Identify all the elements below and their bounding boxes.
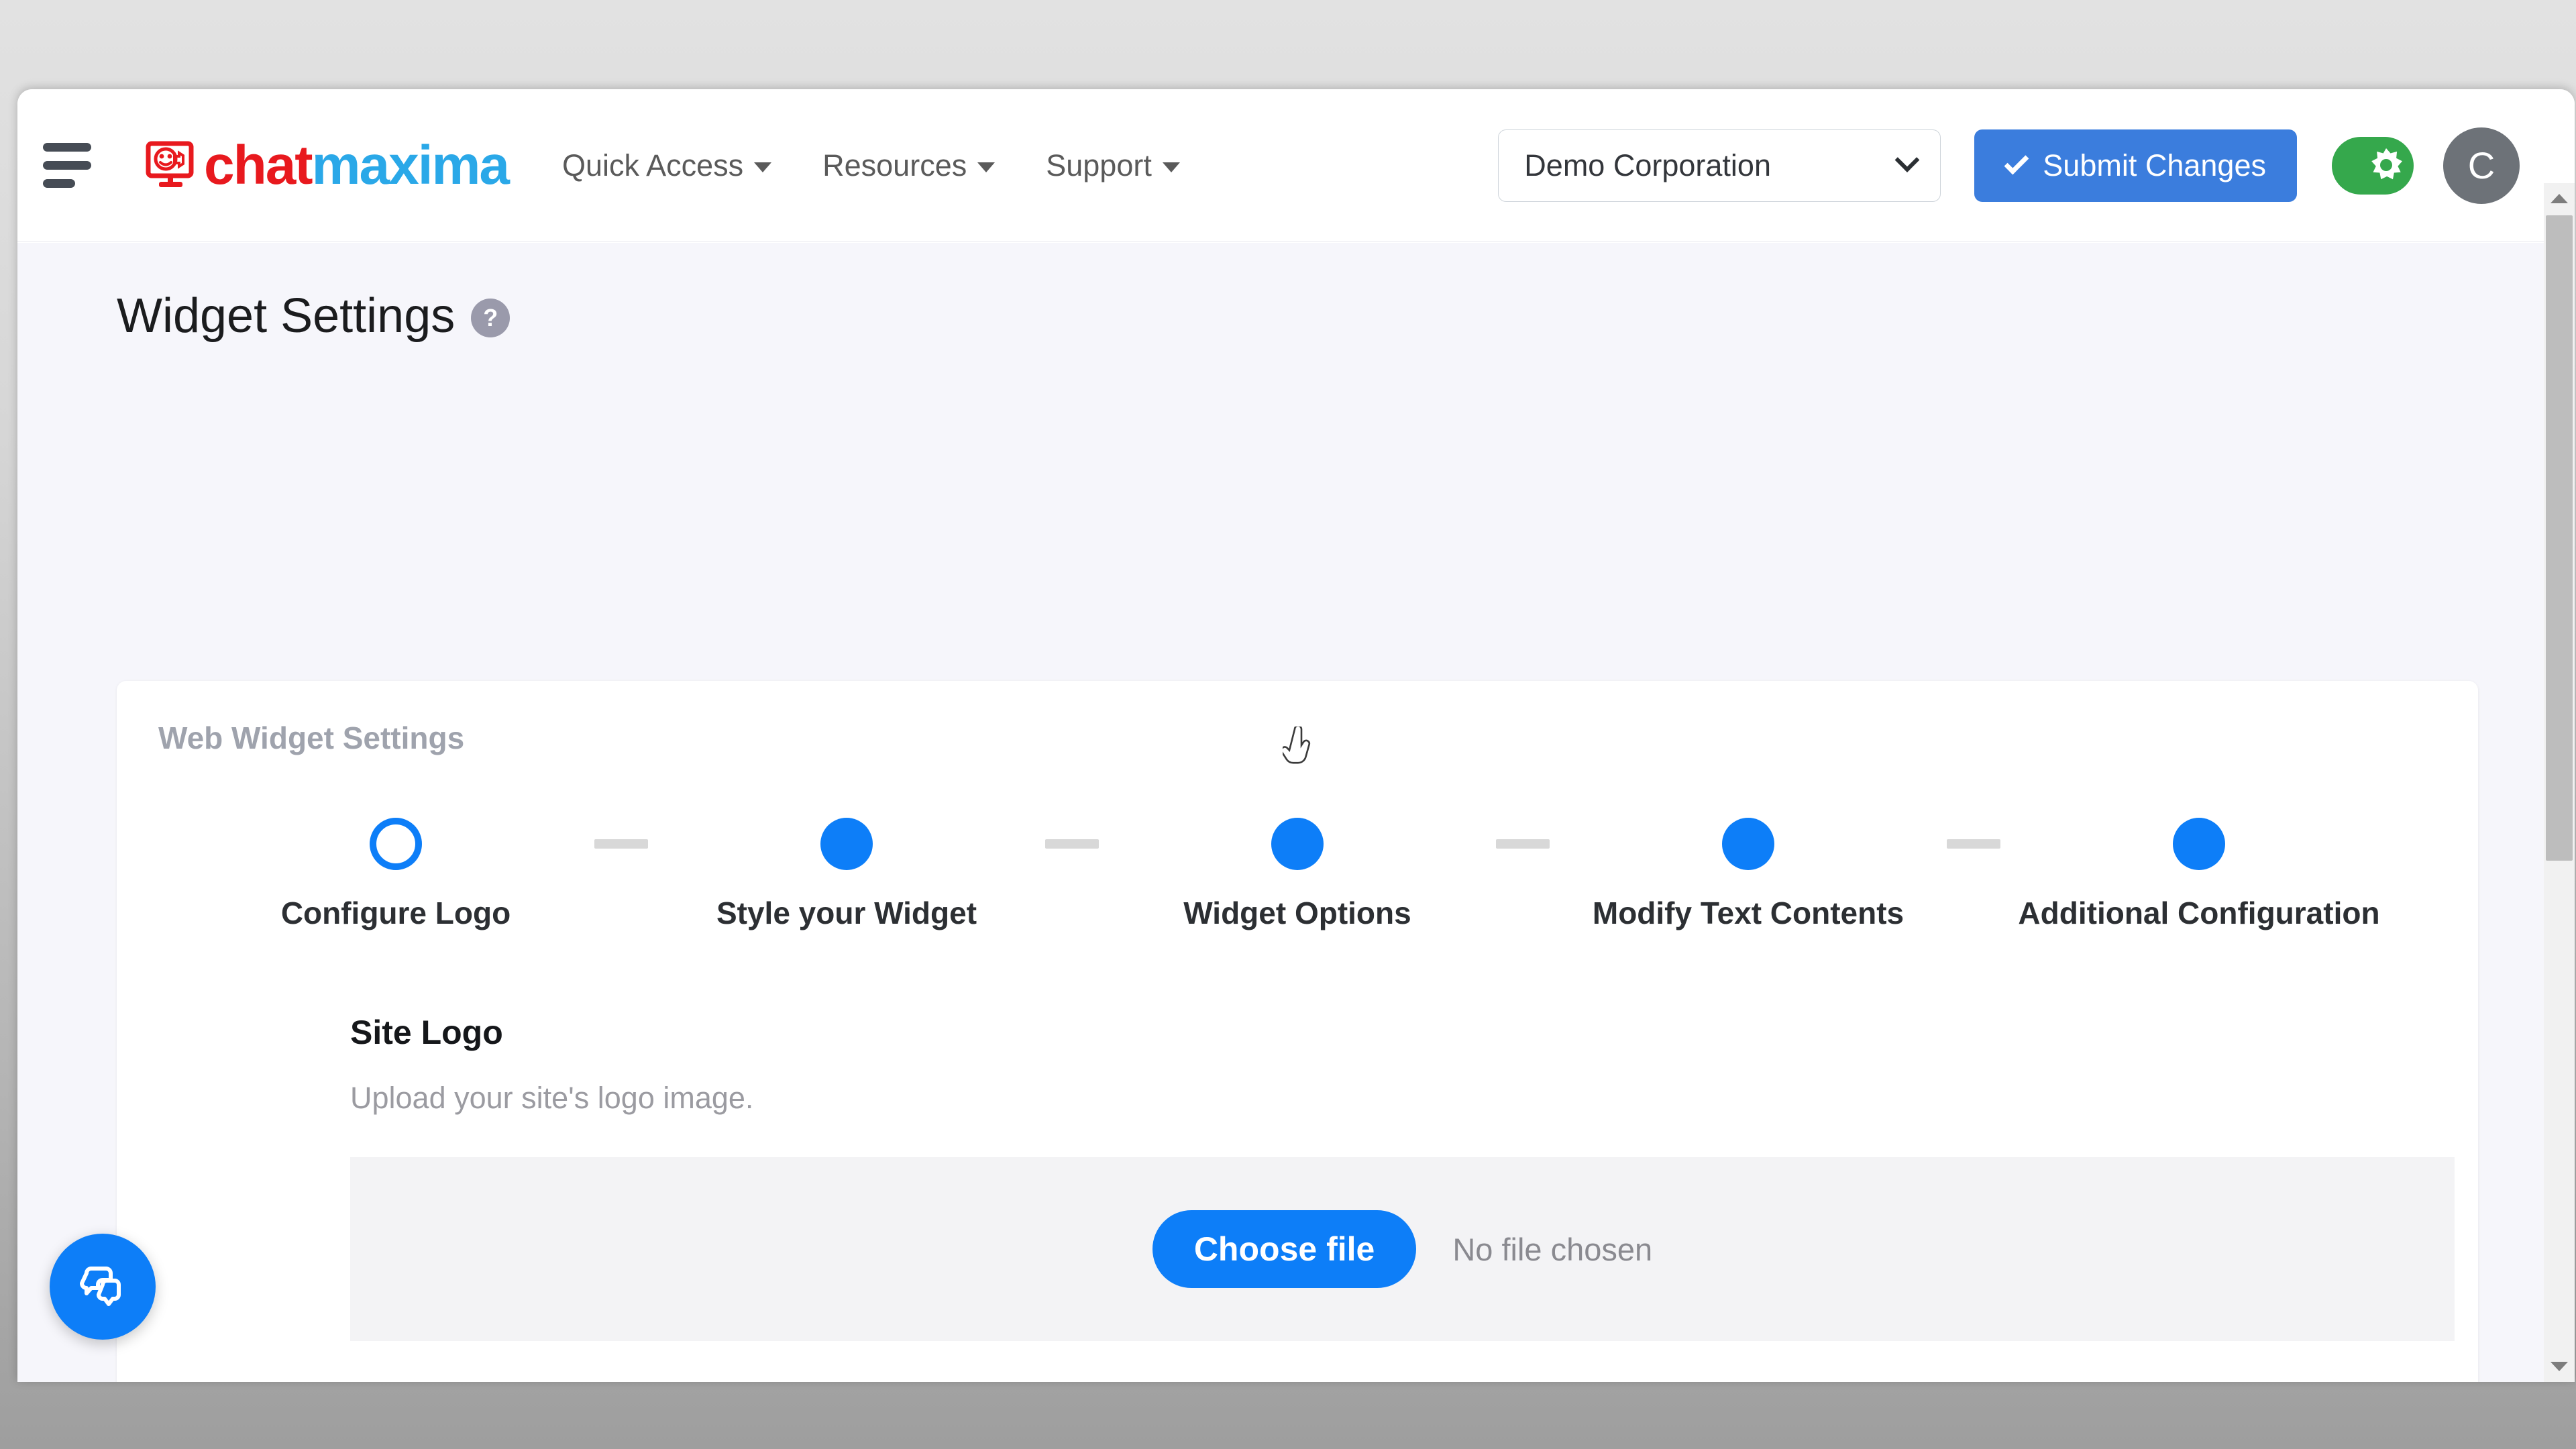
check-icon <box>2004 150 2029 174</box>
page-title-row: Widget Settings ? <box>117 292 2560 340</box>
arrow-down-icon <box>2551 1362 2568 1371</box>
chatmaxima-monitor-smiley-icon <box>145 140 197 192</box>
question-mark-icon[interactable]: ? <box>471 299 511 337</box>
gear-icon <box>2371 148 2402 179</box>
arrow-up-icon <box>2551 194 2568 203</box>
chevron-down-icon <box>1162 162 1180 172</box>
browser-window: chatmaxima Quick Access Resources Suppor… <box>17 89 2575 1382</box>
chat-launcher-button[interactable] <box>50 1234 156 1340</box>
step-dot <box>1722 818 1774 870</box>
step-connector <box>1496 839 1550 849</box>
scroll-down-arrow[interactable] <box>2544 1351 2575 1382</box>
hamburger-bar <box>43 143 91 152</box>
site-logo-choose-file-button[interactable]: Choose file <box>1152 1210 1417 1288</box>
step-connector <box>594 839 648 849</box>
organization-select-value: Demo Corporation <box>1524 148 1771 182</box>
site-logo-file-status: No file chosen <box>1452 1231 1653 1267</box>
logo-text-maxima: maxima <box>311 134 510 196</box>
scroll-up-arrow[interactable] <box>2544 183 2575 214</box>
chat-bubble-icon <box>80 1267 121 1306</box>
step-dot <box>1271 818 1324 870</box>
main-nav: Quick Access Resources Support <box>562 148 1180 183</box>
step-label: Widget Options <box>1183 896 1411 930</box>
site-logo-title: Site Logo <box>350 1014 503 1051</box>
hamburger-bar <box>43 179 75 188</box>
settings-toggle-button[interactable] <box>2332 136 2414 195</box>
avatar-initial: C <box>2467 144 2496 186</box>
nav-item-support[interactable]: Support <box>1046 148 1180 183</box>
step-label: Modify Text Contents <box>1592 896 1904 930</box>
step-label: Style your Widget <box>716 896 977 930</box>
step-widget-options[interactable]: Widget Options <box>1099 818 1496 931</box>
step-dot <box>2173 818 2225 870</box>
logo-wordmark: chatmaxima <box>204 134 510 196</box>
step-modify-text-contents[interactable]: Modify Text Contents <box>1550 818 1947 931</box>
step-additional-configuration[interactable]: Additional Configuration <box>2000 818 2398 931</box>
site-logo-help: Upload your site's logo image. <box>350 1081 754 1115</box>
page-content-area: Widget Settings ? Web Widget Settings Co… <box>17 243 2560 1382</box>
hamburger-bar <box>43 161 91 170</box>
page-title: Widget Settings <box>117 289 455 343</box>
card-title: Web Widget Settings <box>158 720 465 755</box>
site-logo-upload-box: Choose file No file chosen <box>350 1157 2455 1341</box>
nav-label: Resources <box>822 148 967 182</box>
hamburger-menu-icon[interactable] <box>43 137 107 195</box>
top-navigation-bar: chatmaxima Quick Access Resources Suppor… <box>17 89 2575 242</box>
submit-changes-label: Submit Changes <box>2043 148 2266 182</box>
topbar-right-controls: Demo Corporation Submit Changes C <box>1498 127 2575 204</box>
step-connector <box>1045 839 1099 849</box>
step-label: Additional Configuration <box>2018 896 2380 930</box>
scrollbar-thumb[interactable] <box>2546 215 2573 861</box>
nav-label: Quick Access <box>562 148 744 182</box>
chevron-down-icon <box>977 162 996 172</box>
nav-item-resources[interactable]: Resources <box>822 148 996 183</box>
page-scrollbar[interactable] <box>2544 183 2575 1382</box>
widget-setup-stepper: Configure Logo Style your Widget Widget … <box>117 818 2478 931</box>
logo-text-chat: chat <box>204 134 313 196</box>
step-dot <box>820 818 873 870</box>
step-configure-logo[interactable]: Configure Logo <box>197 818 594 931</box>
chevron-down-icon <box>754 162 772 172</box>
site-logo-section: Site Logo Upload your site's logo image.… <box>117 1013 2478 1341</box>
organization-select[interactable]: Demo Corporation <box>1498 129 1941 202</box>
nav-label: Support <box>1046 148 1152 182</box>
submit-changes-button[interactable]: Submit Changes <box>1974 129 2297 202</box>
step-label: Configure Logo <box>280 896 511 930</box>
step-style-your-widget[interactable]: Style your Widget <box>648 818 1045 931</box>
nav-item-quick-access[interactable]: Quick Access <box>562 148 772 183</box>
brand-logo[interactable]: chatmaxima <box>145 134 510 196</box>
user-avatar[interactable]: C <box>2443 127 2520 204</box>
chevron-down-icon <box>1894 147 1920 172</box>
step-dot <box>370 818 422 870</box>
step-connector <box>1947 839 2000 849</box>
web-widget-settings-card: Web Widget Settings Configure Logo Style… <box>117 681 2478 1382</box>
